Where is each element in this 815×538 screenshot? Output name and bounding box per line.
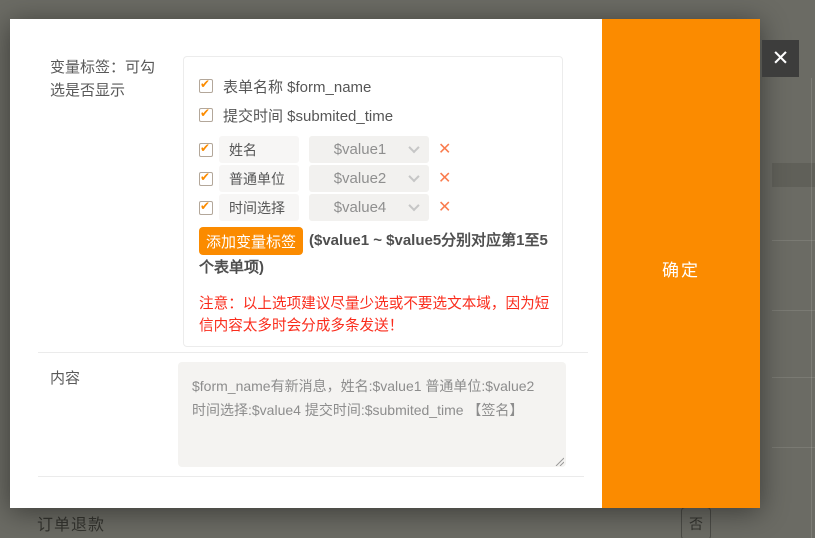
variable-checkbox[interactable]: ✔ (199, 201, 213, 215)
background-table-header (772, 163, 815, 187)
confirm-button-label: 确定 (602, 256, 760, 281)
variable-tag-row: ✔ 时间选择 $value4 ✕ (199, 194, 550, 221)
background-row-divider (772, 377, 815, 378)
delete-row-icon[interactable]: ✕ (438, 142, 451, 158)
check-icon: ✔ (200, 106, 210, 120)
confirm-button[interactable]: 确定 (602, 19, 760, 508)
close-dialog-button[interactable]: ✕ (762, 40, 799, 77)
variable-name-input[interactable]: 普通单位 (219, 165, 299, 192)
fixed-variable-label: 提交时间 $submited_time (223, 105, 393, 126)
check-icon: ✔ (200, 77, 210, 91)
background-row-divider (772, 310, 815, 311)
fixed-variable-row: ✔ 表单名称 $form_name (199, 78, 550, 94)
chevron-down-icon (408, 200, 419, 211)
fixed-variable-label: 表单名称 $form_name (223, 76, 371, 97)
variable-section-label: 变量标签：可勾选是否显示 (50, 56, 164, 102)
check-icon: ✔ (200, 141, 210, 155)
variable-value-select[interactable]: $value2 (309, 165, 429, 192)
variable-name-input[interactable]: 姓名 (219, 136, 299, 163)
variable-checkbox[interactable]: ✔ (199, 143, 213, 157)
variable-tags-panel: ✔ 表单名称 $form_name ✔ 提交时间 $submited_time … (183, 56, 563, 347)
variable-tag-row: ✔ 普通单位 $value2 ✕ (199, 165, 550, 192)
screen: 订单退款 否 变量标签：可勾选是否显示 ✔ 表单名称 $form_name ✔ … (0, 0, 815, 538)
variable-checkbox[interactable]: ✔ (199, 172, 213, 186)
variable-value-select[interactable]: $value4 (309, 194, 429, 221)
background-row-divider (772, 240, 815, 241)
section-divider (38, 476, 584, 477)
check-icon: ✔ (200, 170, 210, 184)
variable-tag-row: ✔ 姓名 $value1 ✕ (199, 136, 550, 163)
variable-name-input[interactable]: 时间选择 (219, 194, 299, 221)
check-icon: ✔ (200, 199, 210, 213)
chevron-down-icon (408, 171, 419, 182)
background-table-border (811, 78, 812, 538)
selected-value: $value1 (334, 141, 387, 158)
fixed-variable-row: ✔ 提交时间 $submited_time (199, 107, 550, 123)
selected-value: $value2 (334, 170, 387, 187)
close-icon: ✕ (772, 48, 790, 69)
sms-length-warning: 注意：以上选项建议尽量少选或不要选文本域，因为短信内容太多时会分成多条发送！ (199, 293, 550, 337)
sms-content-textarea[interactable]: $form_name有新消息，姓名:$value1 普通单位:$value2 时… (178, 362, 566, 467)
section-divider (38, 352, 588, 353)
sms-variable-dialog: 变量标签：可勾选是否显示 ✔ 表单名称 $form_name ✔ 提交时间 $s… (10, 19, 760, 508)
chevron-down-icon (408, 142, 419, 153)
submit-time-checkbox[interactable]: ✔ (199, 108, 213, 122)
add-variable-tag-button[interactable]: 添加变量标签 (199, 227, 303, 255)
content-section-label: 内容 (50, 367, 80, 388)
background-row-divider (772, 447, 815, 448)
refund-row-label: 订单退款 (37, 511, 105, 535)
selected-value: $value4 (334, 199, 387, 216)
add-variable-line: 添加变量标签($value1 ~ $value5分别对应第1至5个表单项) (199, 227, 550, 281)
delete-row-icon[interactable]: ✕ (438, 200, 451, 216)
variable-value-select[interactable]: $value1 (309, 136, 429, 163)
delete-row-icon[interactable]: ✕ (438, 171, 451, 187)
refund-no-button[interactable]: 否 (681, 507, 711, 538)
form-name-checkbox[interactable]: ✔ (199, 79, 213, 93)
